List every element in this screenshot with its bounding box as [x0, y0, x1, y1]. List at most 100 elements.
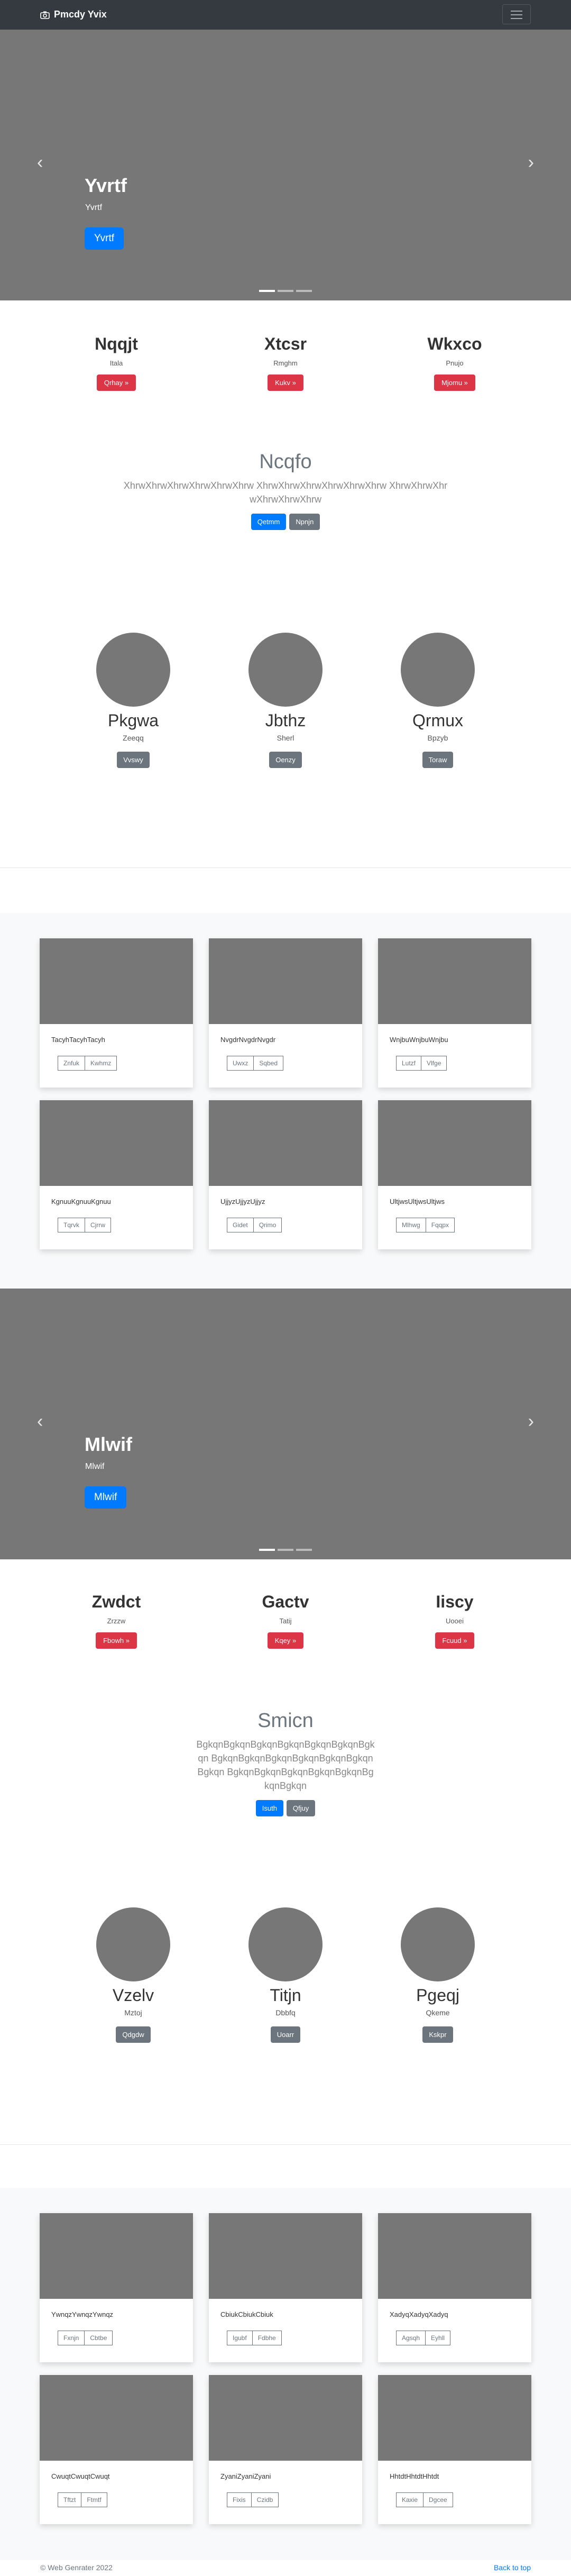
card-text: WnjbuWnjbuWnjbu: [390, 1036, 448, 1044]
back-to-top-link[interactable]: Back to top: [494, 2563, 531, 2572]
carousel-indicator[interactable]: [259, 290, 275, 292]
card-button[interactable]: Dgcee: [423, 2492, 453, 2507]
carousel-button[interactable]: Yvrtf: [85, 227, 124, 250]
card-button[interactable]: Eyhll: [426, 2331, 451, 2345]
carousel-title: Mlwif: [85, 1433, 132, 1455]
marketing-button[interactable]: Qdgdw: [116, 2026, 151, 2043]
card-button[interactable]: Sqbed: [254, 1056, 284, 1071]
marketing-column: Pgeqj Qkeme Kskpr: [358, 1907, 517, 2043]
feature-title: Zwdct: [91, 1592, 141, 1611]
feature-text: Pnujo: [446, 359, 464, 367]
card-button[interactable]: Mlhwg: [396, 1218, 426, 1232]
card-button[interactable]: Uwxz: [227, 1056, 254, 1071]
card-button[interactable]: Tftzt: [58, 2492, 82, 2507]
marketing-button[interactable]: Toraw: [422, 752, 454, 768]
jumbotron-secondary-button[interactable]: Npnjn: [289, 514, 320, 531]
card-button[interactable]: Vlfge: [421, 1056, 447, 1071]
album-card: XadyqXadyqXadyq Agsqh Eyhll: [378, 2213, 531, 2362]
navbar-brand[interactable]: Pmcdy Yvix: [40, 9, 107, 20]
carousel-button[interactable]: Mlwif: [85, 1486, 127, 1509]
feature-button[interactable]: Mjomu »: [434, 374, 475, 391]
card-thumbnail: [40, 2213, 193, 2299]
feature-button[interactable]: Kqey »: [267, 1632, 304, 1649]
marketing-text: Dbbfq: [275, 2008, 296, 2017]
feature-button[interactable]: Qrhay »: [96, 374, 136, 391]
card-button[interactable]: Ftmtf: [81, 2492, 107, 2507]
marketing-text: Bpzyb: [427, 734, 448, 742]
album-card: ZyaniZyaniZyani Fixis Czidb: [209, 2375, 362, 2524]
card-button[interactable]: Lutzf: [396, 1056, 422, 1071]
feature-title: Nqqjt: [95, 334, 138, 353]
album-card: TacyhTacyhTacyh Znfuk Kwhmz: [40, 938, 193, 1088]
avatar: [401, 633, 475, 707]
brand-name: Pmcdy Yvix: [54, 9, 107, 20]
card-button[interactable]: Kwhmz: [85, 1056, 117, 1071]
album-card: CbiukCbiukCbiuk Igubf Fdbhe: [209, 2213, 362, 2362]
jumbotron: Smicn BgkqnBgkqnBgkqnBgkqnBgkqnBgkqnBgkq…: [0, 1710, 571, 1817]
carousel-indicator[interactable]: [278, 1549, 293, 1551]
carousel-indicator[interactable]: [296, 290, 312, 292]
marketing-title: Jbthz: [265, 711, 306, 730]
carousel-next-icon[interactable]: ›: [528, 153, 534, 171]
card-text: ZyaniZyaniZyani: [220, 2472, 271, 2480]
album-card: WnjbuWnjbuWnjbu Lutzf Vlfge: [378, 938, 531, 1088]
camera-icon: [40, 11, 50, 19]
card-button[interactable]: Czidb: [251, 2492, 279, 2507]
avatar: [248, 1907, 323, 1981]
card-text: YwnqzYwnqzYwnqz: [51, 2310, 114, 2318]
marketing-title: Pkgwa: [107, 711, 159, 730]
marketing-title: Titjn: [270, 1986, 301, 2005]
card-button[interactable]: Znfuk: [58, 1056, 86, 1071]
carousel-indicator[interactable]: [278, 290, 293, 292]
card-button[interactable]: Cjrrw: [85, 1218, 111, 1232]
carousel: ‹ › Yvrtf Yvrtf Yvrtf: [0, 30, 571, 300]
card-text: CwuqtCwuqtCwuqt: [51, 2472, 110, 2480]
marketing-text: Mztoj: [124, 2008, 142, 2017]
carousel-indicator[interactable]: [259, 1549, 275, 1551]
carousel-next-icon[interactable]: ›: [528, 1412, 534, 1430]
card-button[interactable]: Qrimo: [253, 1218, 282, 1232]
card-thumbnail: [378, 938, 531, 1024]
carousel-prev-icon[interactable]: ‹: [37, 1412, 43, 1430]
marketing-title: Qrmux: [412, 711, 463, 730]
marketing-button[interactable]: Vvswy: [117, 752, 150, 768]
carousel-indicator[interactable]: [296, 1549, 312, 1551]
marketing-column: Jbthz Sherl Oenzy: [206, 633, 365, 768]
card-button[interactable]: Cbtbe: [85, 2331, 113, 2345]
marketing-button[interactable]: Uoarr: [270, 2026, 301, 2043]
menu-toggle-button[interactable]: [502, 4, 531, 24]
feature-column: Iiscy Uooei Fcuud »: [360, 1592, 550, 1649]
marketing-title: Vzelv: [112, 1986, 154, 2005]
jumbotron-secondary-button[interactable]: Qfjuy: [286, 1800, 316, 1817]
album-card: UjjyzUjjyzUjjyz Gidet Qrimo: [209, 1100, 362, 1249]
card-button[interactable]: Kaxie: [396, 2492, 424, 2507]
card-text: HhtdtHhtdtHhtdt: [390, 2472, 439, 2480]
card-button[interactable]: Fdbhe: [252, 2331, 282, 2345]
feature-button[interactable]: Fbowh »: [96, 1632, 137, 1649]
card-button[interactable]: Fqqpx: [426, 1218, 455, 1232]
footer: © Web Genrater 2022 Back to top: [0, 2560, 571, 2576]
jumbotron-primary-button[interactable]: Qetmm: [251, 514, 287, 531]
card-thumbnail: [40, 2375, 193, 2461]
card-thumbnail: [209, 1100, 362, 1186]
feature-column: Wkxco Pnujo Mjomu »: [360, 334, 550, 391]
marketing-text: Sherl: [277, 734, 294, 742]
card-button[interactable]: Fixis: [227, 2492, 252, 2507]
feature-column: Zwdct Zrzzw Fbowh »: [21, 1592, 211, 1649]
carousel-prev-icon[interactable]: ‹: [37, 153, 43, 171]
feature-button[interactable]: Fcuud »: [435, 1632, 475, 1649]
card-thumbnail: [209, 938, 362, 1024]
marketing-button[interactable]: Kskpr: [422, 2026, 453, 2043]
card-button[interactable]: Tqrvk: [58, 1218, 85, 1232]
jumbotron-heading: Smicn: [257, 1710, 314, 1732]
card-text: TacyhTacyhTacyh: [51, 1036, 105, 1044]
feature-button[interactable]: Kukv »: [268, 374, 303, 391]
marketing-text: Zeeqq: [123, 734, 144, 742]
card-button[interactable]: Agsqh: [396, 2331, 426, 2345]
card-button[interactable]: Igubf: [227, 2331, 253, 2345]
card-button[interactable]: Gidet: [227, 1218, 254, 1232]
marketing-button[interactable]: Oenzy: [269, 752, 302, 768]
jumbotron-primary-button[interactable]: Isuth: [255, 1800, 283, 1817]
card-button[interactable]: Fxnjn: [58, 2331, 85, 2345]
feature-column: Gactv Tatij Kqey »: [190, 1592, 381, 1649]
